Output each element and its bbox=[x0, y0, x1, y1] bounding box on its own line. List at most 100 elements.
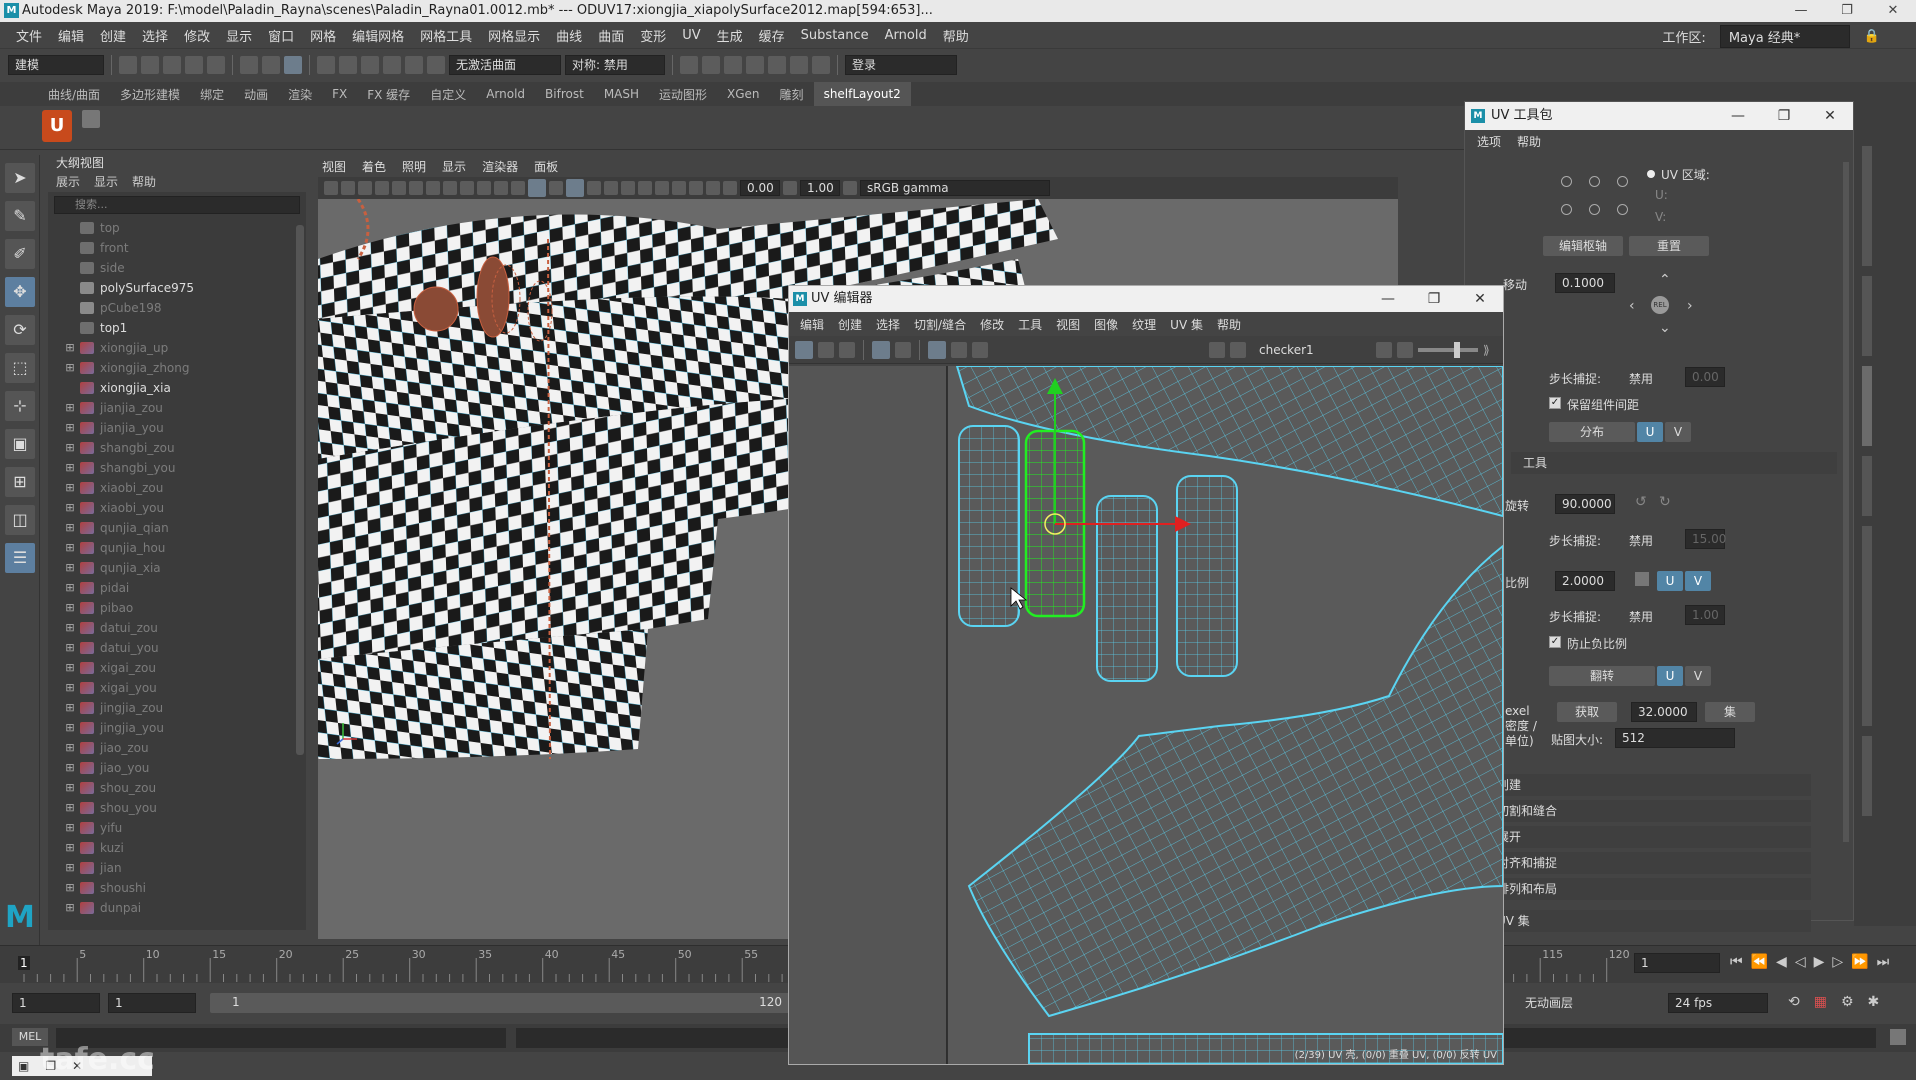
outliner-item[interactable]: top1 bbox=[48, 318, 306, 338]
anim-layer-dropdown[interactable]: 无动画层 bbox=[1525, 993, 1655, 1013]
menu-mesh-tools[interactable]: 网格工具 bbox=[412, 26, 480, 45]
outliner-item[interactable]: ⊞ shou_you bbox=[48, 798, 306, 818]
align-snap-section-header[interactable]: 对齐和捕捉 bbox=[1485, 852, 1811, 874]
select-component-icon[interactable] bbox=[284, 55, 302, 74]
uv-menu-textures[interactable]: 纹理 bbox=[1125, 316, 1163, 333]
expand-toggle-icon[interactable]: ⊞ bbox=[64, 458, 76, 478]
select-object-icon[interactable] bbox=[262, 55, 280, 74]
pivot-radio[interactable] bbox=[1617, 176, 1628, 187]
expand-toggle-icon[interactable]: ⊞ bbox=[64, 438, 76, 458]
menu-file[interactable]: 文件 bbox=[8, 26, 50, 45]
step-back-frame-icon[interactable]: ◀ bbox=[1776, 954, 1787, 970]
gamma-field[interactable]: 1.00 bbox=[800, 180, 840, 196]
uvtk-menu-options[interactable]: 选项 bbox=[1477, 133, 1501, 150]
film-gate-icon[interactable] bbox=[409, 181, 423, 195]
vp-menu-panels[interactable]: 面板 bbox=[534, 158, 558, 175]
human-ik-tab[interactable] bbox=[1862, 736, 1872, 816]
pivot-radio[interactable] bbox=[1589, 204, 1600, 215]
uv-region-radio[interactable] bbox=[1647, 170, 1655, 178]
camera-attr-icon[interactable] bbox=[341, 181, 355, 195]
shelf-tab-motion-graphics[interactable]: 运动图形 bbox=[649, 86, 717, 103]
expand-toggle-icon[interactable]: ⊞ bbox=[64, 498, 76, 518]
ambient-occlusion-icon[interactable] bbox=[621, 181, 635, 195]
step-back-key-icon[interactable]: ⏪ bbox=[1751, 954, 1768, 970]
expand-toggle-icon[interactable]: ⊞ bbox=[64, 738, 76, 758]
scale-v-button[interactable]: V bbox=[1685, 571, 1711, 591]
menu-mesh-display[interactable]: 网格显示 bbox=[480, 26, 548, 45]
move-down-icon[interactable]: ⌄ bbox=[1659, 320, 1671, 336]
current-frame-field[interactable]: 1 bbox=[1634, 953, 1720, 973]
outliner-item[interactable]: ⊞ xiongjia_zhong bbox=[48, 358, 306, 378]
goto-end-icon[interactable]: ⏭ bbox=[1877, 954, 1890, 970]
snap-grid-icon[interactable] bbox=[317, 55, 335, 74]
expand-toggle-icon[interactable]: ⊞ bbox=[64, 658, 76, 678]
layout-four-icon[interactable]: ⊞ bbox=[5, 467, 35, 497]
shelf-tab-rendering[interactable]: 渲染 bbox=[278, 86, 322, 103]
expand-toggle-icon[interactable]: ⊞ bbox=[64, 778, 76, 798]
flip-v-button[interactable]: V bbox=[1685, 666, 1711, 686]
shelf-tab-mash[interactable]: MASH bbox=[594, 87, 649, 101]
expand-toggle-icon[interactable]: ⊞ bbox=[64, 758, 76, 778]
menu-modify[interactable]: 修改 bbox=[176, 26, 218, 45]
set-texel-button[interactable]: 集 bbox=[1705, 702, 1755, 722]
outliner-item[interactable]: ⊞ jiao_zou bbox=[48, 738, 306, 758]
scale-tool-icon[interactable]: ⬚ bbox=[5, 353, 35, 383]
paint-select-icon[interactable]: ✐ bbox=[5, 239, 35, 269]
lights-icon[interactable] bbox=[587, 181, 601, 195]
snap-surface-icon[interactable] bbox=[405, 55, 423, 74]
minimize-button[interactable]: — bbox=[1365, 286, 1411, 312]
view-transform-dropdown[interactable]: sRGB gamma bbox=[860, 180, 1050, 196]
preserve-spacing-checkbox[interactable]: ✓ bbox=[1549, 397, 1561, 409]
maximize-button[interactable]: ❐ bbox=[1824, 0, 1870, 22]
select-hierarchy-icon[interactable] bbox=[240, 55, 258, 74]
outliner-item[interactable]: ⊞ qunjia_xia bbox=[48, 558, 306, 578]
expand-toggle-icon[interactable]: ⊞ bbox=[64, 618, 76, 638]
outliner-item[interactable]: ⊞ datui_zou bbox=[48, 618, 306, 638]
step-forward-frame-icon[interactable]: ▷ bbox=[1832, 954, 1843, 970]
move-step-snap-dropdown[interactable]: 禁用 bbox=[1629, 370, 1653, 387]
rotate-ccw-icon[interactable]: ↺ bbox=[1635, 494, 1647, 510]
expand-toggle-icon[interactable]: ⊞ bbox=[64, 538, 76, 558]
menu-edit-mesh[interactable]: 编辑网格 bbox=[344, 26, 412, 45]
outliner-item[interactable]: front bbox=[48, 238, 306, 258]
xray-icon[interactable] bbox=[689, 181, 703, 195]
shelf-tab-sculpting[interactable]: 雕刻 bbox=[770, 86, 814, 103]
outliner-item[interactable]: ⊞ dunpai bbox=[48, 898, 306, 918]
create-section-header[interactable]: 创建 bbox=[1485, 774, 1811, 796]
outliner-item[interactable]: ⊞ pibao bbox=[48, 598, 306, 618]
menu-generate[interactable]: 生成 bbox=[709, 26, 751, 45]
scale-uniform-icon[interactable] bbox=[1635, 572, 1649, 586]
uv-menu-uv-sets[interactable]: UV 集 bbox=[1163, 316, 1210, 333]
vp-menu-shading[interactable]: 着色 bbox=[362, 158, 386, 175]
image-plane-icon[interactable] bbox=[375, 181, 389, 195]
menu-uv[interactable]: UV bbox=[674, 28, 708, 43]
character-set-icon[interactable]: ✱ bbox=[1868, 994, 1880, 1010]
uv-shell-strap-1[interactable] bbox=[958, 425, 1020, 627]
uv-menu-edit[interactable]: 编辑 bbox=[793, 316, 831, 333]
distribute-button[interactable]: 分布 bbox=[1549, 422, 1635, 442]
outliner-item[interactable]: ⊞ jingjia_you bbox=[48, 718, 306, 738]
symmetry-dropdown[interactable]: 对称: 禁用 bbox=[565, 54, 665, 75]
uv-dim-image-icon[interactable] bbox=[895, 341, 911, 358]
pivot-radio[interactable] bbox=[1561, 176, 1572, 187]
undo-icon[interactable] bbox=[185, 55, 203, 74]
outliner-item[interactable]: ⊞ xigai_you bbox=[48, 678, 306, 698]
outliner-item[interactable]: ⊞ qunjia_qian bbox=[48, 518, 306, 538]
rotate-amount-field[interactable]: 90.0000 bbox=[1555, 494, 1615, 514]
interactive-groom-tab[interactable] bbox=[1862, 526, 1872, 726]
shelf-tab-fx[interactable]: FX bbox=[322, 87, 357, 101]
snap-pivot-icon[interactable] bbox=[427, 55, 445, 74]
auto-key-icon[interactable]: ▦ bbox=[1814, 994, 1827, 1010]
anim-prefs-icon[interactable]: ⚙ bbox=[1841, 994, 1854, 1010]
uv-display-image-icon[interactable] bbox=[1209, 341, 1225, 358]
outliner-item[interactable]: ⊞ shoushi bbox=[48, 878, 306, 898]
move-left-icon[interactable]: ‹ bbox=[1629, 298, 1635, 314]
menu-arnold[interactable]: Arnold bbox=[877, 28, 935, 43]
outliner-item[interactable]: top bbox=[48, 218, 306, 238]
outliner-item[interactable]: ⊞ shangbi_zou bbox=[48, 438, 306, 458]
expand-toggle-icon[interactable]: ⊞ bbox=[64, 718, 76, 738]
script-editor-icon[interactable] bbox=[1890, 1029, 1906, 1045]
menu-substance[interactable]: Substance bbox=[793, 28, 877, 43]
pause-icon[interactable] bbox=[812, 55, 830, 74]
outliner-item[interactable]: pCube198 bbox=[48, 298, 306, 318]
